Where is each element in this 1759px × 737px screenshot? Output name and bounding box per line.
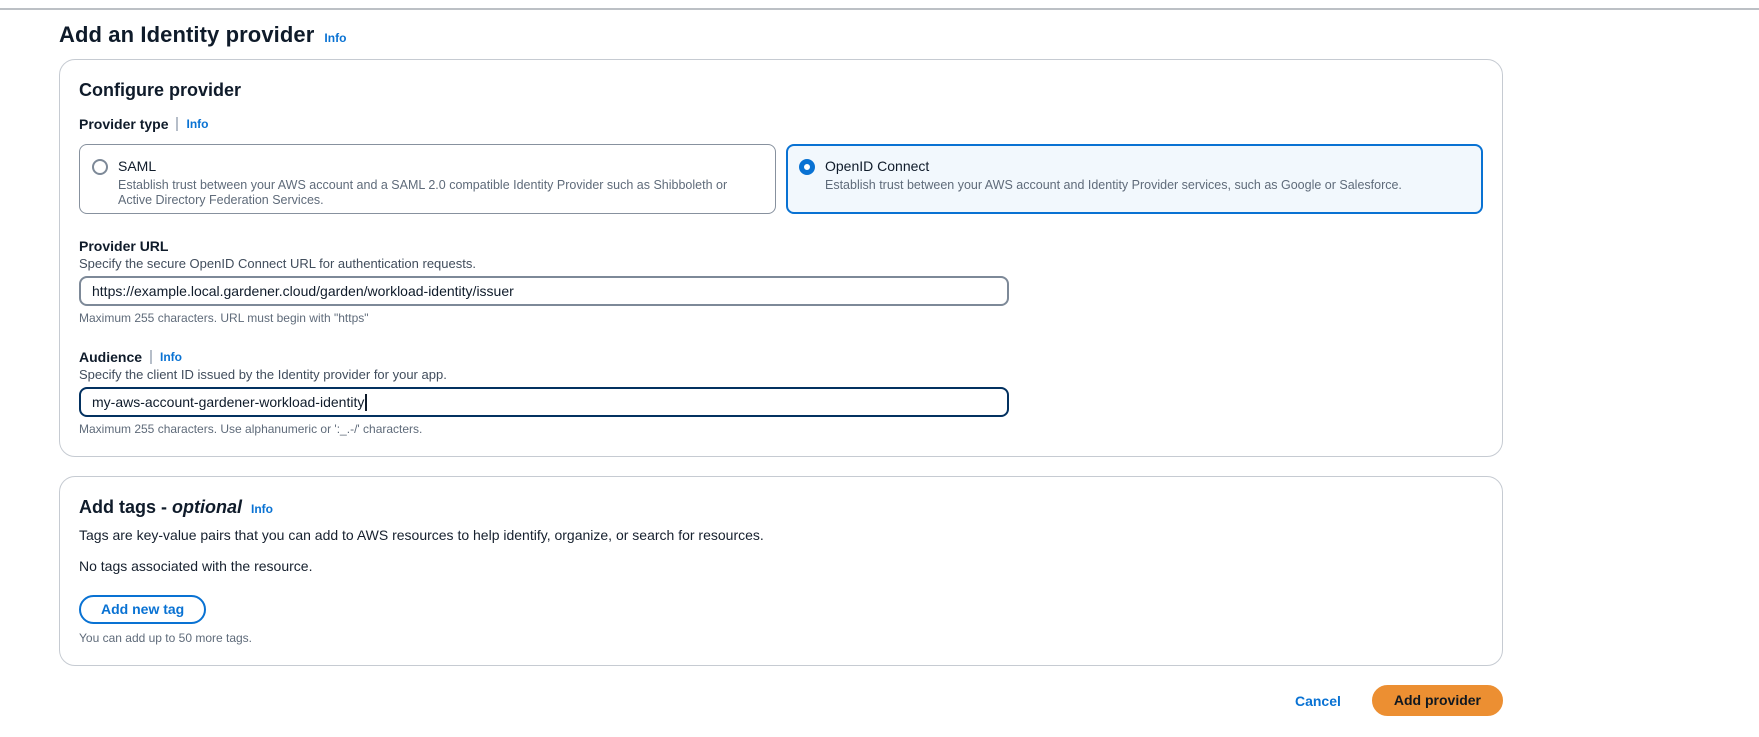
add-tags-info-link[interactable]: Info bbox=[251, 502, 273, 516]
provider-type-tiles: SAML Establish trust between your AWS ac… bbox=[79, 144, 1483, 214]
tile-saml-label: SAML bbox=[118, 157, 761, 176]
page-title: Add an Identity provider bbox=[59, 22, 314, 48]
tile-openid-label: OpenID Connect bbox=[825, 157, 1432, 176]
tags-limit-text: You can add up to 50 more tags. bbox=[79, 631, 1483, 645]
add-tags-heading-row: Add tags - optional Info bbox=[79, 497, 1483, 518]
tile-saml-description: Establish trust between your AWS account… bbox=[118, 178, 761, 208]
add-provider-button[interactable]: Add provider bbox=[1372, 685, 1503, 716]
page-header: Add an Identity provider Info bbox=[59, 22, 1503, 48]
configure-provider-card: Configure provider Provider type Info SA… bbox=[59, 59, 1503, 457]
top-divider bbox=[0, 0, 1759, 10]
radio-saml-icon[interactable] bbox=[92, 159, 108, 175]
provider-type-info-link[interactable]: Info bbox=[186, 117, 208, 131]
add-tags-heading: Add tags - optional bbox=[79, 497, 242, 518]
tile-openid-connect[interactable]: OpenID Connect Establish trust between y… bbox=[786, 144, 1483, 214]
audience-description: Specify the client ID issued by the Iden… bbox=[79, 367, 1483, 382]
tile-saml[interactable]: SAML Establish trust between your AWS ac… bbox=[79, 144, 776, 214]
radio-openid-connect-icon[interactable] bbox=[799, 159, 815, 175]
audience-input[interactable]: my-aws-account-gardener-workload-identit… bbox=[79, 387, 1009, 417]
configure-provider-heading: Configure provider bbox=[79, 80, 1483, 101]
provider-url-hint: Maximum 255 characters. URL must begin w… bbox=[79, 311, 1483, 325]
main-content: Add an Identity provider Info Configure … bbox=[59, 22, 1503, 666]
audience-hint: Maximum 255 characters. Use alphanumeric… bbox=[79, 422, 1483, 436]
provider-url-description: Specify the secure OpenID Connect URL fo… bbox=[79, 256, 1483, 271]
provider-url-field: Provider URL Specify the secure OpenID C… bbox=[79, 238, 1483, 325]
add-new-tag-button[interactable]: Add new tag bbox=[79, 595, 206, 624]
provider-url-label: Provider URL bbox=[79, 238, 1483, 254]
audience-field: Audience Info Specify the client ID issu… bbox=[79, 349, 1483, 436]
text-cursor bbox=[365, 394, 367, 411]
optional-label: optional bbox=[172, 497, 242, 517]
page-title-info-link[interactable]: Info bbox=[324, 31, 346, 45]
tags-description: Tags are key-value pairs that you can ad… bbox=[79, 527, 1483, 543]
tile-saml-texts: SAML Establish trust between your AWS ac… bbox=[118, 157, 761, 208]
cancel-button[interactable]: Cancel bbox=[1295, 693, 1341, 709]
tile-openid-description: Establish trust between your AWS account… bbox=[825, 178, 1432, 193]
add-tags-card: Add tags - optional Info Tags are key-va… bbox=[59, 476, 1503, 666]
audience-info-link[interactable]: Info bbox=[160, 350, 182, 364]
provider-url-input[interactable] bbox=[79, 276, 1009, 306]
audience-input-value: my-aws-account-gardener-workload-identit… bbox=[92, 394, 364, 410]
tile-openid-texts: OpenID Connect Establish trust between y… bbox=[825, 157, 1432, 193]
tags-empty-text: No tags associated with the resource. bbox=[79, 558, 1483, 574]
audience-label-row: Audience Info bbox=[79, 349, 1483, 365]
audience-label: Audience bbox=[79, 349, 142, 365]
provider-type-label: Provider type bbox=[79, 116, 168, 132]
form-actions: Cancel Add provider bbox=[59, 685, 1503, 716]
provider-type-label-row: Provider type Info bbox=[79, 116, 1483, 132]
label-separator bbox=[176, 117, 178, 131]
label-separator bbox=[150, 350, 152, 364]
